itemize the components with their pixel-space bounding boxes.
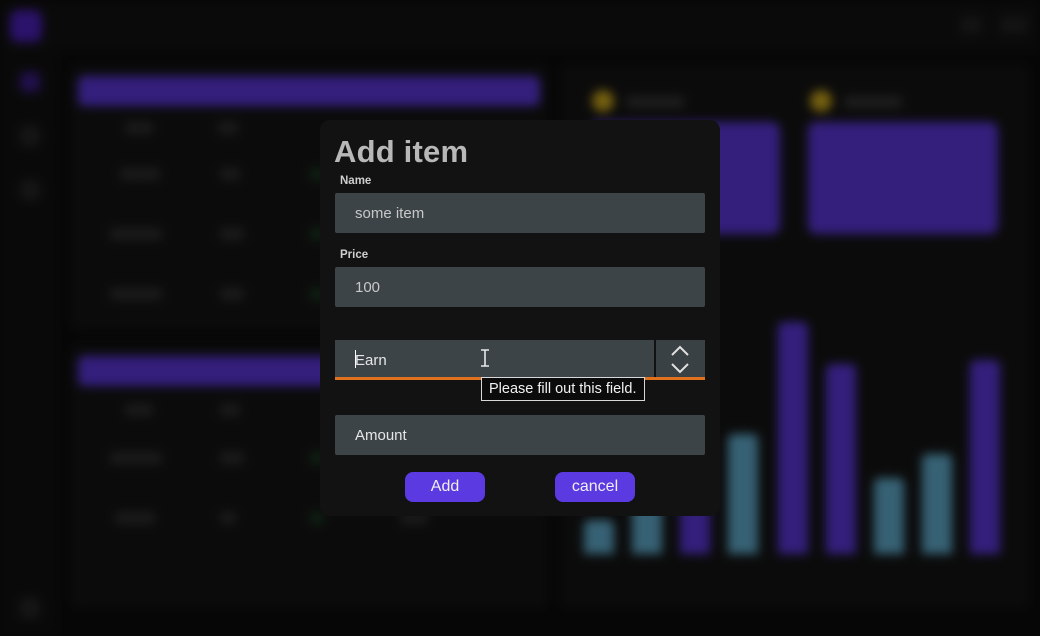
price-label: Price (340, 249, 369, 261)
app-root: Add item Name some item Price 100 Earn A… (0, 0, 1040, 636)
dialog-title: Add item (334, 134, 469, 169)
add-button[interactable]: Add (405, 472, 485, 502)
name-input[interactable]: some item (335, 193, 705, 233)
chevron-down-icon[interactable] (670, 360, 690, 376)
text-cursor-icon (481, 349, 489, 367)
type-select[interactable]: Earn (335, 340, 705, 380)
amount-input[interactable]: Amount (335, 415, 705, 455)
cancel-button[interactable]: cancel (555, 472, 635, 502)
chevron-up-icon[interactable] (670, 343, 690, 359)
type-input-box[interactable]: Earn (335, 340, 654, 378)
price-value: 100 (355, 279, 381, 296)
validation-tooltip: Please fill out this field. (481, 377, 645, 401)
add-item-dialog: Add item Name some item Price 100 Earn A… (320, 120, 720, 516)
amount-placeholder: Amount (355, 427, 407, 444)
name-label: Name (340, 175, 372, 187)
name-value: some item (355, 205, 425, 222)
type-spinner[interactable] (656, 340, 705, 378)
type-value: Earn (355, 352, 387, 369)
price-input[interactable]: 100 (335, 267, 705, 307)
